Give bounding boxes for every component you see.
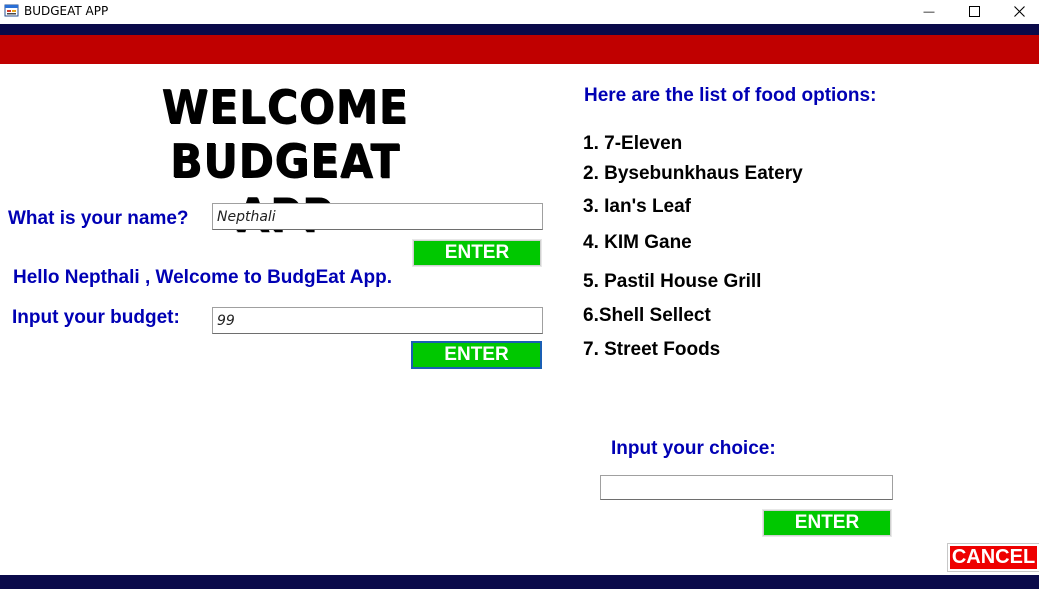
- maximize-icon: [968, 4, 980, 20]
- budget-input[interactable]: [212, 307, 543, 334]
- greeting-message: Hello Nepthali , Welcome to BudgEat App.: [13, 267, 392, 288]
- food-option-6: 6.Shell Sellect: [583, 305, 711, 326]
- close-button[interactable]: [996, 0, 1039, 24]
- name-enter-button[interactable]: ENTER: [412, 239, 542, 267]
- food-option-4: 4. KIM Gane: [583, 232, 692, 253]
- window-title: BUDGEAT APP: [24, 4, 109, 18]
- choice-label: Input your choice:: [611, 438, 776, 459]
- title-bar: BUDGEAT APP —: [0, 0, 1039, 24]
- name-label: What is your name?: [8, 208, 189, 229]
- app-form-icon: [4, 3, 20, 19]
- food-option-5: 5. Pastil House Grill: [583, 271, 762, 292]
- choice-input[interactable]: [600, 475, 893, 500]
- food-option-2: 2. Bysebunkhaus Eatery: [583, 163, 803, 184]
- food-option-1: 1. 7-Eleven: [583, 133, 683, 154]
- choice-enter-button[interactable]: ENTER: [762, 509, 892, 537]
- maximize-button[interactable]: [951, 0, 997, 24]
- bottom-navy-stripe: [0, 575, 1039, 589]
- top-red-banner: [0, 35, 1039, 64]
- budget-label: Input your budget:: [12, 307, 180, 328]
- minimize-icon: —: [923, 6, 935, 18]
- budget-enter-button[interactable]: ENTER: [410, 340, 543, 370]
- top-navy-stripe: [0, 24, 1039, 35]
- cancel-button[interactable]: CANCEL: [947, 543, 1039, 572]
- minimize-button[interactable]: —: [906, 0, 952, 24]
- food-option-7: 7. Street Foods: [583, 339, 721, 360]
- food-options-heading: Here are the list of food options:: [584, 85, 877, 106]
- welcome-line-1: WELCOME: [161, 80, 409, 134]
- food-option-3: 3. Ian's Leaf: [583, 196, 692, 217]
- app-window: BUDGEAT APP — WELCOME BUDGEAT APP What i…: [0, 0, 1039, 589]
- close-icon: [1013, 4, 1025, 20]
- name-input[interactable]: [212, 203, 543, 230]
